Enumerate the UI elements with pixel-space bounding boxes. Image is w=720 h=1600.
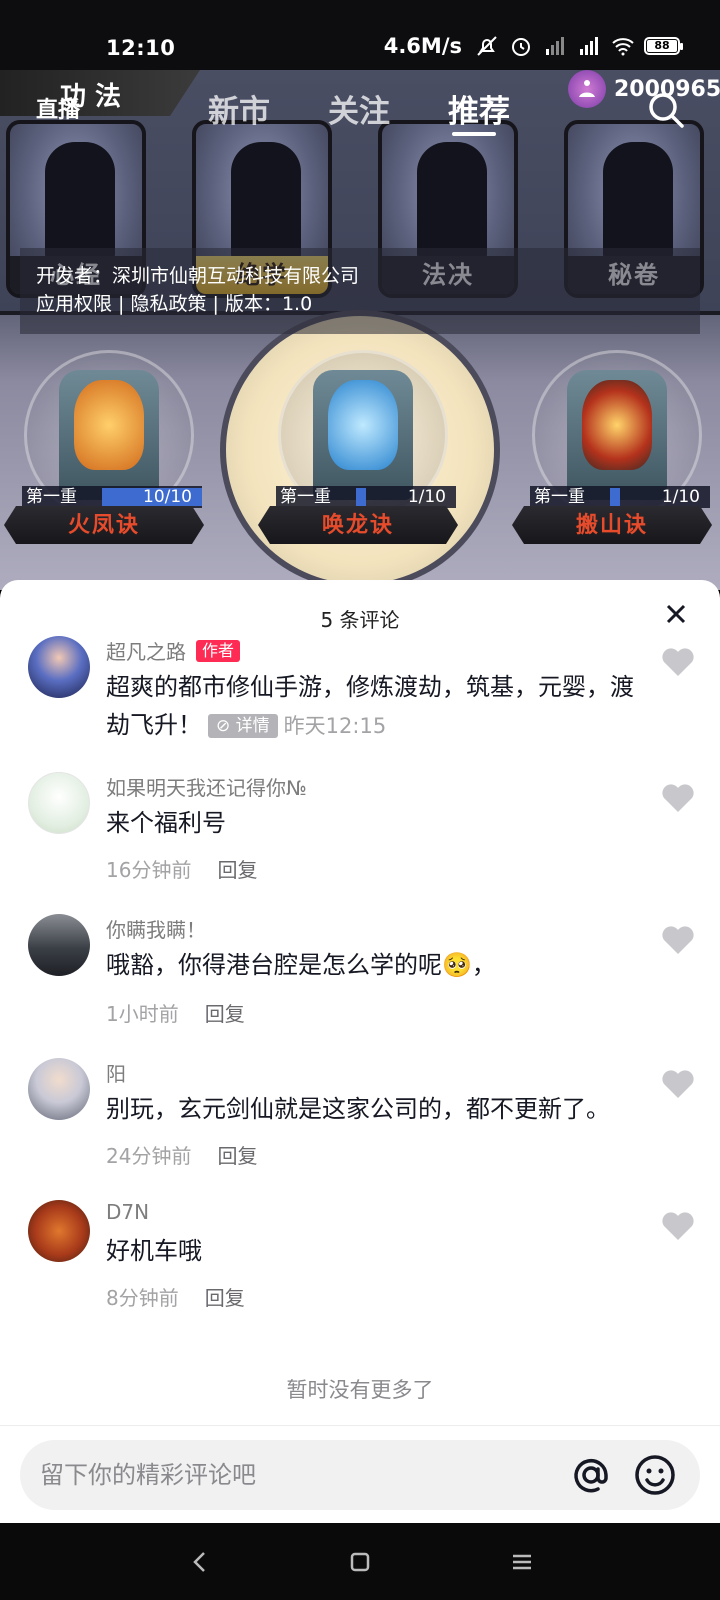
meditation-icon bbox=[568, 70, 606, 108]
mute-bell-icon bbox=[477, 36, 497, 56]
reply-button[interactable]: 回复 bbox=[217, 1144, 257, 1168]
card-silhouette bbox=[231, 142, 301, 262]
status-time: 12:10 bbox=[106, 36, 176, 60]
live-button[interactable]: 直播 bbox=[36, 92, 80, 124]
avatar[interactable] bbox=[28, 914, 90, 976]
developer-line: 开发者：深圳市仙朝互动科技有限公司 bbox=[36, 265, 360, 287]
comment-username[interactable]: 超凡之路 bbox=[106, 636, 186, 665]
comment-text: 别玩，玄元剑仙就是这家公司的，都不更新了。 bbox=[106, 1095, 610, 1123]
heart-icon[interactable] bbox=[660, 1210, 696, 1242]
card-silhouette bbox=[603, 142, 673, 262]
heart-icon[interactable] bbox=[660, 646, 696, 678]
comment-text: 来个福利号 bbox=[106, 809, 226, 837]
coin-counter[interactable]: 2000965 bbox=[568, 70, 720, 108]
dragon-icon bbox=[328, 380, 398, 470]
battery-icon: 88 bbox=[644, 37, 683, 55]
heart-icon[interactable] bbox=[660, 1068, 696, 1100]
comment-username[interactable]: D7N bbox=[106, 1200, 149, 1224]
card-silhouette bbox=[45, 142, 115, 262]
active-tab-indicator bbox=[452, 132, 496, 136]
phoenix-icon bbox=[74, 380, 144, 470]
status-bar: 12:10 4.6M/s 88 bbox=[0, 0, 720, 70]
app-info-links[interactable]: 应用权限 | 隐私政策 | 版本：1.0 bbox=[36, 290, 684, 318]
comment-username[interactable]: 阳 bbox=[106, 1058, 126, 1087]
skill-huofeng: 第一重 10/10 火凤诀 bbox=[4, 350, 204, 580]
comment-time: 8分钟前 bbox=[106, 1286, 179, 1310]
no-more-text: 暂时没有更多了 bbox=[286, 1378, 434, 1402]
menu-icon[interactable] bbox=[508, 1548, 536, 1576]
comment-time: 24分钟前 bbox=[106, 1144, 192, 1168]
close-icon[interactable] bbox=[660, 598, 692, 630]
hd-signal-icon bbox=[546, 37, 564, 55]
skill-name: 唤龙诀 bbox=[258, 506, 458, 544]
avatar[interactable] bbox=[28, 772, 90, 834]
heart-icon[interactable] bbox=[660, 782, 696, 814]
top-nav: 直播 新市 关注 推荐 2000965 bbox=[0, 70, 720, 140]
tab-following[interactable]: 关注 bbox=[328, 86, 390, 131]
back-icon[interactable] bbox=[186, 1548, 214, 1576]
wifi-icon bbox=[612, 38, 634, 56]
card-silhouette bbox=[417, 142, 487, 262]
skill-name: 火凤诀 bbox=[4, 506, 204, 544]
comment-input-bar bbox=[20, 1440, 700, 1510]
home-icon[interactable] bbox=[346, 1548, 374, 1576]
net-speed: 4.6M/s bbox=[383, 34, 462, 58]
divider bbox=[0, 1425, 720, 1426]
game-background: 功 法 心经 绝学 法决 秘卷 第一重10/10 火凤诀 第一重1/10 唤龙诀… bbox=[0, 70, 720, 590]
comment-text: 好机车哦 bbox=[106, 1237, 202, 1265]
search-icon[interactable] bbox=[646, 90, 686, 130]
skill-banshan: 第一重 1/10 搬山诀 bbox=[512, 350, 712, 580]
avatar[interactable] bbox=[28, 1200, 90, 1262]
developer-info[interactable]: 开发者：深圳市仙朝互动科技有限公司 应用权限 | 隐私政策 | 版本：1.0 bbox=[20, 248, 700, 334]
comment-time: 1小时前 bbox=[106, 1002, 179, 1026]
comment-time: 昨天12:15 bbox=[283, 714, 387, 738]
comment-count-title: 5 条评论 bbox=[320, 608, 400, 632]
comment-sheet: 5 条评论 超凡之路 作者 超爽的都市修仙手游，修炼渡劫，筑基，元婴，渡劫飞升！… bbox=[0, 580, 720, 1523]
comment-username[interactable]: 你瞒我瞒！ bbox=[106, 914, 206, 943]
emoji-icon[interactable] bbox=[632, 1452, 678, 1498]
avatar[interactable] bbox=[28, 1058, 90, 1120]
link-icon: ⊘ bbox=[216, 716, 236, 736]
detail-link[interactable]: ⊘ 详情 bbox=[208, 714, 278, 738]
comment-text: 哦豁，你得港台腔是怎么学的呢🥺， bbox=[106, 951, 496, 979]
tab-xinshi[interactable]: 新市 bbox=[208, 86, 270, 131]
comment-username[interactable]: 如果明天我还记得你№ bbox=[106, 772, 307, 801]
alarm-icon bbox=[512, 38, 530, 56]
mountain-icon bbox=[582, 380, 652, 470]
reply-button[interactable]: 回复 bbox=[205, 1286, 245, 1310]
comment-text: 超爽的都市修仙手游，修炼渡劫，筑基，元婴，渡劫飞升！ ⊘ 详情 昨天12:15 bbox=[106, 673, 634, 739]
reply-button[interactable]: 回复 bbox=[205, 1002, 245, 1026]
skill-huanlong: 第一重 1/10 唤龙诀 bbox=[258, 350, 458, 580]
reply-button[interactable]: 回复 bbox=[217, 858, 257, 882]
comment-input[interactable] bbox=[40, 1440, 560, 1510]
skill-name: 搬山诀 bbox=[512, 506, 712, 544]
comment-time: 16分钟前 bbox=[106, 858, 192, 882]
tab-recommend[interactable]: 推荐 bbox=[448, 86, 510, 131]
at-mention-icon[interactable] bbox=[568, 1452, 614, 1498]
avatar[interactable] bbox=[28, 636, 90, 698]
hd-signal-icon-2 bbox=[580, 37, 598, 55]
status-icons: 4.6M/s 88 bbox=[383, 34, 683, 58]
heart-icon[interactable] bbox=[660, 924, 696, 956]
system-nav-bar bbox=[0, 1523, 720, 1600]
author-badge: 作者 bbox=[196, 639, 241, 662]
